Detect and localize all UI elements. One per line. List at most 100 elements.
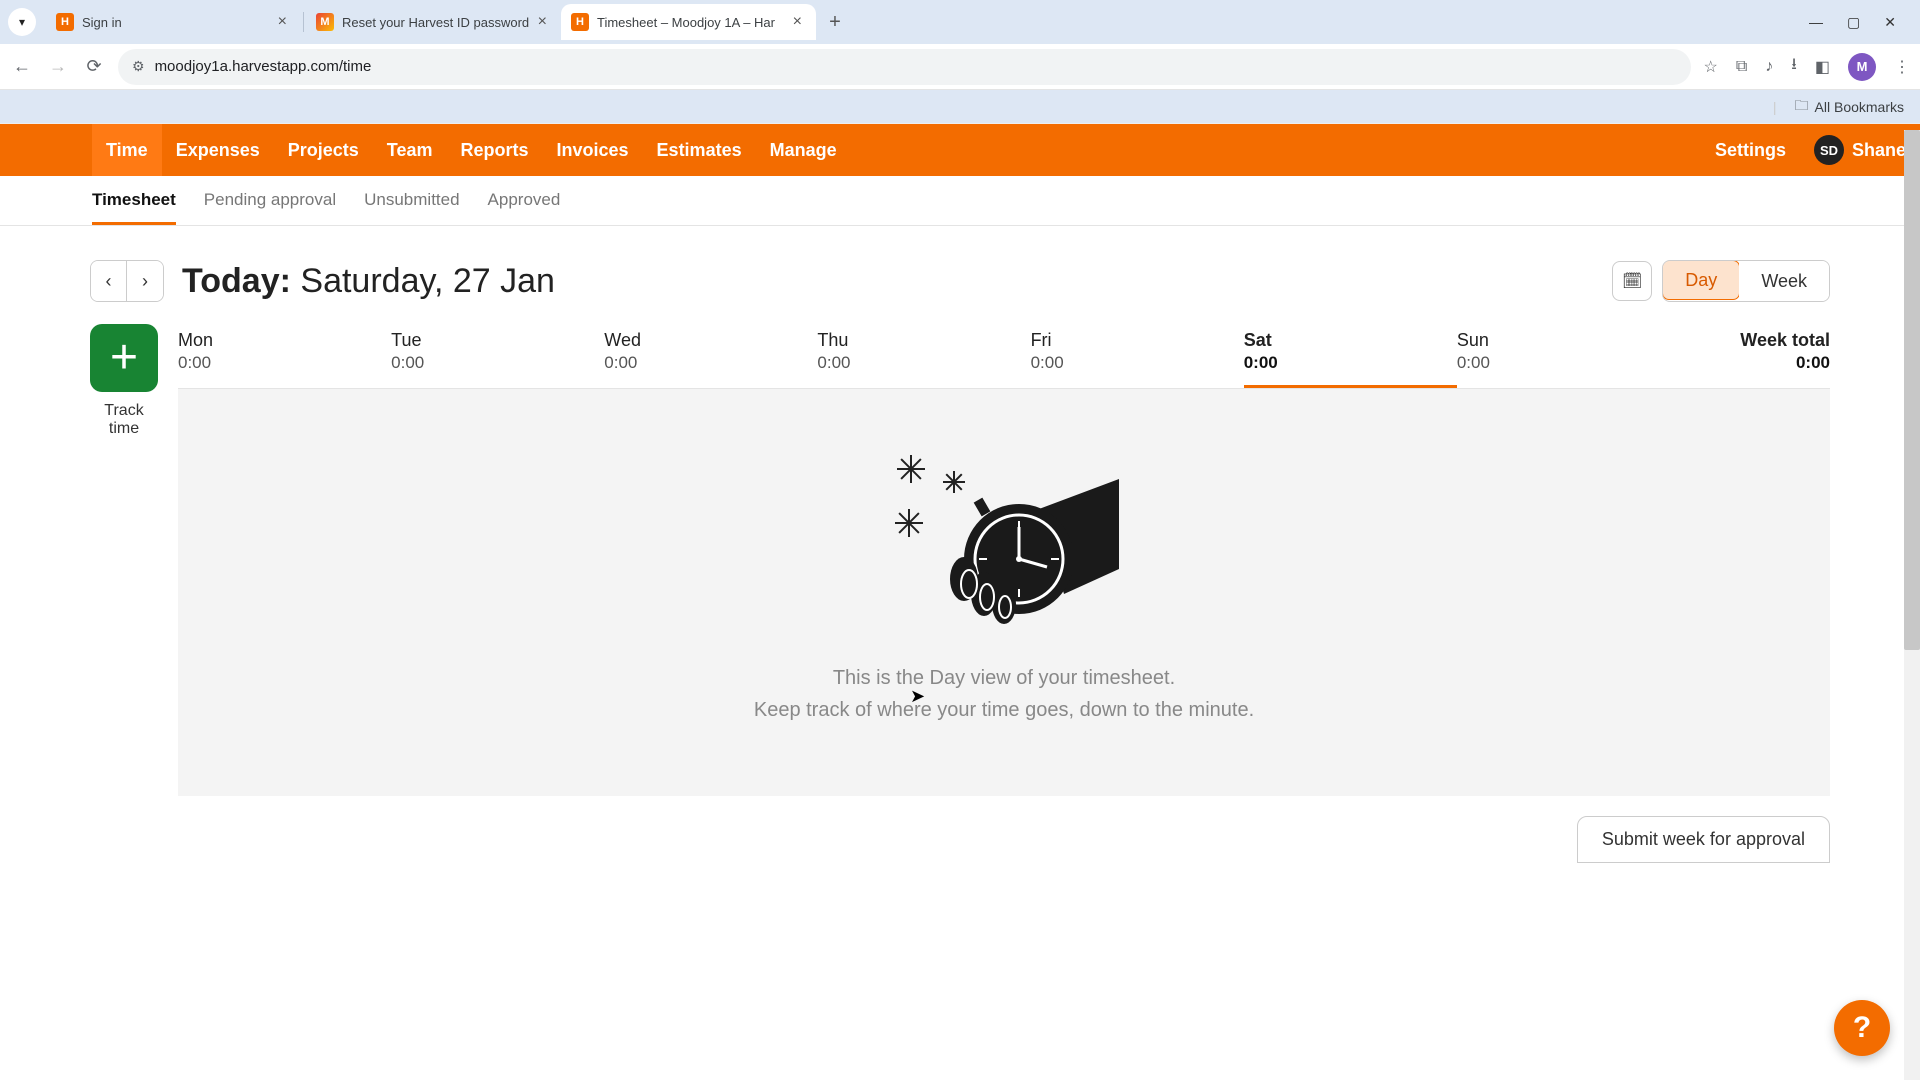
reload-button[interactable]: ⟳ bbox=[82, 55, 106, 79]
day-tue[interactable]: Tue 0:00 bbox=[391, 324, 604, 388]
date-header: ‹ › Today: Saturday, 27 Jan 🗓 Day Week bbox=[90, 260, 1830, 302]
browser-tab-active[interactable]: H Timesheet – Moodjoy 1A – Har × bbox=[561, 4, 816, 40]
subnav-timesheet[interactable]: Timesheet bbox=[92, 190, 176, 225]
folder-icon: 🗀 bbox=[1795, 95, 1809, 119]
site-settings-icon[interactable]: ⚙ bbox=[132, 58, 145, 75]
nav-projects[interactable]: Projects bbox=[274, 124, 373, 176]
scrollbar-thumb[interactable] bbox=[1904, 130, 1920, 650]
question-icon: ? bbox=[1853, 1011, 1871, 1045]
subnav-pending[interactable]: Pending approval bbox=[204, 190, 336, 225]
nav-invoices[interactable]: Invoices bbox=[543, 124, 643, 176]
plus-icon: + bbox=[110, 334, 138, 382]
nav-estimates[interactable]: Estimates bbox=[643, 124, 756, 176]
day-value: 0:00 bbox=[817, 353, 1030, 373]
next-day-button[interactable]: › bbox=[127, 261, 163, 301]
browser-tab[interactable]: M Reset your Harvest ID password × bbox=[306, 4, 561, 40]
chevron-right-icon: › bbox=[142, 271, 148, 291]
day-value: 0:00 bbox=[178, 353, 391, 373]
back-button[interactable]: ← bbox=[10, 55, 34, 79]
address-bar[interactable]: ⚙ moodjoy1a.harvestapp.com/time bbox=[118, 49, 1691, 85]
new-tab-button[interactable]: + bbox=[820, 7, 850, 37]
day-sun[interactable]: Sun 0:00 bbox=[1457, 324, 1670, 388]
nav-time[interactable]: Time bbox=[92, 124, 162, 176]
playlist-icon[interactable]: ♪ bbox=[1765, 58, 1773, 76]
subnav-unsubmitted[interactable]: Unsubmitted bbox=[364, 190, 459, 225]
day-value: 0:00 bbox=[391, 353, 604, 373]
forward-button[interactable]: → bbox=[46, 55, 70, 79]
day-label: Sun bbox=[1457, 330, 1670, 351]
day-value: 0:00 bbox=[1457, 353, 1670, 373]
days-grid: Mon 0:00 Tue 0:00 Wed 0:00 Thu 0:00 Fri bbox=[178, 324, 1830, 863]
empty-line-2: Keep track of where your time goes, down… bbox=[198, 694, 1810, 726]
content: ‹ › Today: Saturday, 27 Jan 🗓 Day Week + bbox=[0, 226, 1920, 863]
track-time-label: Track time bbox=[90, 402, 158, 438]
submit-week-button[interactable]: Submit week for approval bbox=[1577, 816, 1830, 863]
help-button[interactable]: ? bbox=[1834, 1000, 1890, 1056]
tab-title: Sign in bbox=[82, 15, 274, 30]
bookmarks-bar: | 🗀 All Bookmarks bbox=[0, 90, 1920, 124]
nav-settings[interactable]: Settings bbox=[1701, 124, 1800, 176]
all-bookmarks-link[interactable]: All Bookmarks bbox=[1815, 99, 1904, 115]
week-total-label: Week total bbox=[1670, 330, 1830, 351]
sidepanel-icon[interactable]: ◧ bbox=[1815, 57, 1830, 77]
sub-nav: Timesheet Pending approval Unsubmitted A… bbox=[0, 176, 1920, 226]
view-week-button[interactable]: Week bbox=[1739, 261, 1829, 301]
tab-search-dropdown[interactable]: ▾ bbox=[8, 8, 36, 36]
browser-tab[interactable]: H Sign in × bbox=[46, 4, 301, 40]
day-label: Thu bbox=[817, 330, 1030, 351]
week-total: Week total 0:00 bbox=[1670, 324, 1830, 388]
day-value: 0:00 bbox=[1031, 353, 1244, 373]
tracking-row: + Track time Mon 0:00 Tue 0:00 Wed 0:00 bbox=[90, 324, 1830, 863]
main-nav: Time Expenses Projects Team Reports Invo… bbox=[0, 124, 1920, 176]
kebab-menu-icon[interactable]: ⋮ bbox=[1894, 57, 1910, 77]
minimize-icon[interactable]: — bbox=[1809, 14, 1823, 31]
url-text: moodjoy1a.harvestapp.com/time bbox=[155, 58, 372, 75]
user-avatar[interactable]: SD bbox=[1814, 135, 1844, 165]
view-day-button[interactable]: Day bbox=[1662, 260, 1740, 300]
window-controls: — ▢ ✕ bbox=[1809, 14, 1912, 31]
toolbar: ← → ⟳ ⚙ moodjoy1a.harvestapp.com/time ☆ … bbox=[0, 44, 1920, 90]
day-sat[interactable]: Sat 0:00 bbox=[1244, 324, 1457, 388]
close-icon[interactable]: × bbox=[789, 13, 806, 31]
day-label: Tue bbox=[391, 330, 604, 351]
submit-row: Submit week for approval bbox=[178, 816, 1830, 863]
view-controls: 🗓 Day Week bbox=[1612, 260, 1830, 302]
day-label: Mon bbox=[178, 330, 391, 351]
favicon-icon: H bbox=[56, 13, 74, 31]
page-title: Today: Saturday, 27 Jan bbox=[182, 262, 555, 301]
day-mon[interactable]: Mon 0:00 bbox=[178, 324, 391, 388]
tab-separator bbox=[303, 12, 304, 32]
downloads-icon[interactable]: ⭳ bbox=[1791, 53, 1797, 80]
prev-day-button[interactable]: ‹ bbox=[91, 261, 127, 301]
day-label: Sat bbox=[1244, 330, 1457, 351]
vertical-scrollbar[interactable] bbox=[1904, 130, 1920, 1080]
empty-state: This is the Day view of your timesheet. … bbox=[178, 389, 1830, 796]
nav-manage[interactable]: Manage bbox=[756, 124, 851, 176]
empty-state-text: This is the Day view of your timesheet. … bbox=[198, 662, 1810, 726]
track-time-button[interactable]: + bbox=[90, 324, 158, 392]
calendar-button[interactable]: 🗓 bbox=[1612, 261, 1652, 301]
chevron-left-icon: ‹ bbox=[106, 271, 112, 291]
nav-reports[interactable]: Reports bbox=[446, 124, 542, 176]
view-toggle: Day Week bbox=[1662, 260, 1830, 302]
subnav-approved[interactable]: Approved bbox=[488, 190, 561, 225]
star-icon[interactable]: ☆ bbox=[1703, 57, 1717, 77]
empty-state-illustration bbox=[889, 449, 1119, 634]
date-prefix: Today: bbox=[182, 262, 291, 300]
close-window-icon[interactable]: ✕ bbox=[1884, 14, 1896, 31]
day-fri[interactable]: Fri 0:00 bbox=[1031, 324, 1244, 388]
day-thu[interactable]: Thu 0:00 bbox=[817, 324, 1030, 388]
day-value: 0:00 bbox=[1244, 353, 1457, 373]
extensions-icon[interactable]: ⧉ bbox=[1736, 58, 1747, 76]
close-icon[interactable]: × bbox=[534, 13, 551, 31]
track-column: + Track time bbox=[90, 324, 158, 438]
nav-team[interactable]: Team bbox=[373, 124, 447, 176]
tab-title: Timesheet – Moodjoy 1A – Har bbox=[597, 15, 789, 30]
nav-expenses[interactable]: Expenses bbox=[162, 124, 274, 176]
date-nav-arrows: ‹ › bbox=[90, 260, 164, 302]
profile-avatar[interactable]: M bbox=[1848, 53, 1876, 81]
close-icon[interactable]: × bbox=[274, 13, 291, 31]
day-wed[interactable]: Wed 0:00 bbox=[604, 324, 817, 388]
tab-title: Reset your Harvest ID password bbox=[342, 15, 534, 30]
maximize-icon[interactable]: ▢ bbox=[1847, 14, 1860, 31]
